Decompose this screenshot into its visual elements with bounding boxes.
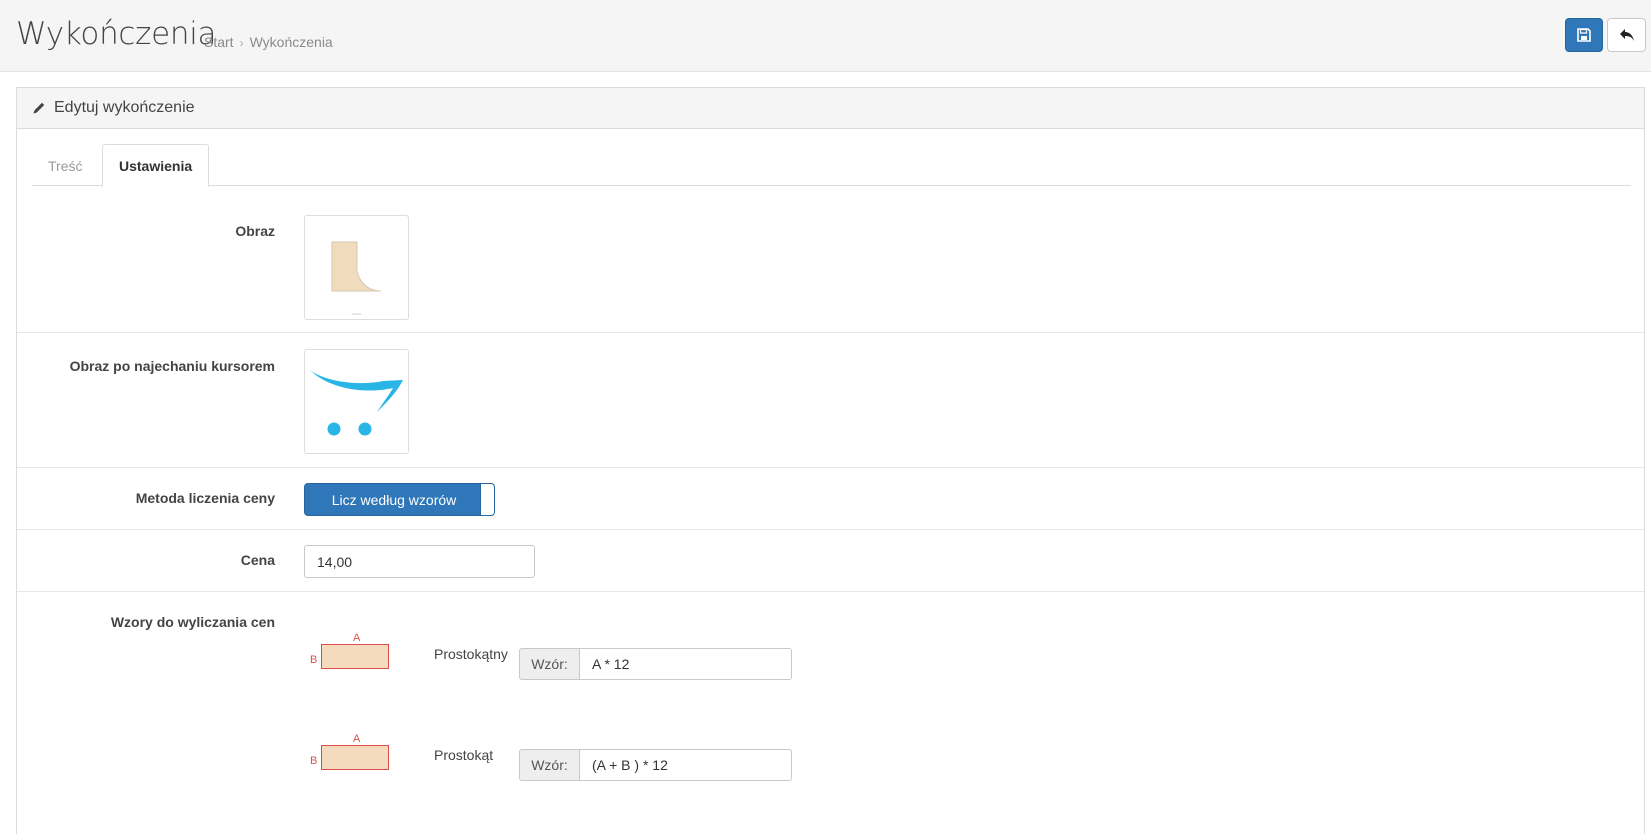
hover-image-row: Obraz po najechaniu kursorem [17, 333, 1644, 468]
dimension-b-label: B [310, 755, 318, 767]
edit-panel: Edytuj wykończenie Treść Ustawienia Obra… [16, 87, 1645, 834]
image-row: Obraz [17, 198, 1644, 333]
price-method-toggle[interactable]: Licz według wzorów [304, 483, 495, 516]
back-button[interactable] [1607, 18, 1646, 52]
image-thumbnail[interactable] [304, 215, 409, 320]
formula-input-group-1: Wzór: A * 12 [519, 648, 792, 680]
price-method-label: Metoda liczenia ceny [135, 490, 275, 506]
tab-ustawienia[interactable]: Ustawienia [102, 144, 210, 187]
page-header: Wykończenia Start › Wykończenia [0, 0, 1651, 72]
save-button[interactable] [1565, 18, 1603, 52]
rectangle-shape [321, 745, 389, 770]
page-title: Wykończenia [16, 16, 217, 52]
price-method-row: Metoda liczenia ceny Licz według wzorów [17, 468, 1644, 530]
formula-shape-2: A B [307, 733, 393, 777]
panel-heading: Edytuj wykończenie [17, 88, 1644, 129]
formula-addon: Wzór: [520, 750, 580, 780]
floppy-disk-icon [1577, 28, 1591, 42]
formula-shape-1: A B [307, 632, 393, 676]
breadcrumb-start[interactable]: Start [204, 34, 234, 50]
formula-input-group-2: Wzór: (A + B ) * 12 [519, 749, 792, 781]
dimension-a-label: A [353, 632, 361, 644]
dimension-b-label: B [310, 654, 318, 666]
breadcrumb-current: Wykończenia [249, 34, 333, 50]
breadcrumb: Start › Wykończenia [204, 34, 333, 50]
corner-shape-image [331, 241, 382, 315]
breadcrumb-separator: › [239, 36, 244, 50]
dimension-a-label: A [353, 733, 361, 745]
tab-tresc[interactable]: Treść [32, 144, 98, 187]
pencil-icon [33, 102, 45, 114]
price-label: Cena [240, 552, 275, 568]
price-method-value: Licz według wzorów [331, 492, 457, 508]
formula-addon: Wzór: [520, 649, 580, 679]
cart-logo-image [310, 370, 403, 436]
formula-name-1: Prostokątny [434, 646, 508, 662]
formula-input-1[interactable]: A * 12 [580, 649, 791, 679]
price-row: Cena 14,00 [17, 530, 1644, 592]
formulas-label: Wzory do wyliczania cen [110, 614, 275, 630]
tab-bar: Treść Ustawienia [32, 144, 1631, 187]
toggle-knob[interactable] [480, 484, 494, 515]
formulas-row: Wzory do wyliczania cen A B Prostokątny … [17, 592, 1644, 834]
image-label: Obraz [235, 223, 275, 239]
formula-name-2: Prostokąt [434, 747, 494, 763]
rectangle-shape [321, 644, 389, 669]
hover-image-label: Obraz po najechaniu kursorem [69, 358, 275, 374]
price-input[interactable]: 14,00 [304, 545, 535, 578]
formula-input-2[interactable]: (A + B ) * 12 [580, 750, 791, 780]
reply-arrow-icon [1619, 29, 1634, 41]
panel-title: Edytuj wykończenie [54, 99, 195, 116]
hover-image-thumbnail[interactable] [304, 349, 409, 454]
